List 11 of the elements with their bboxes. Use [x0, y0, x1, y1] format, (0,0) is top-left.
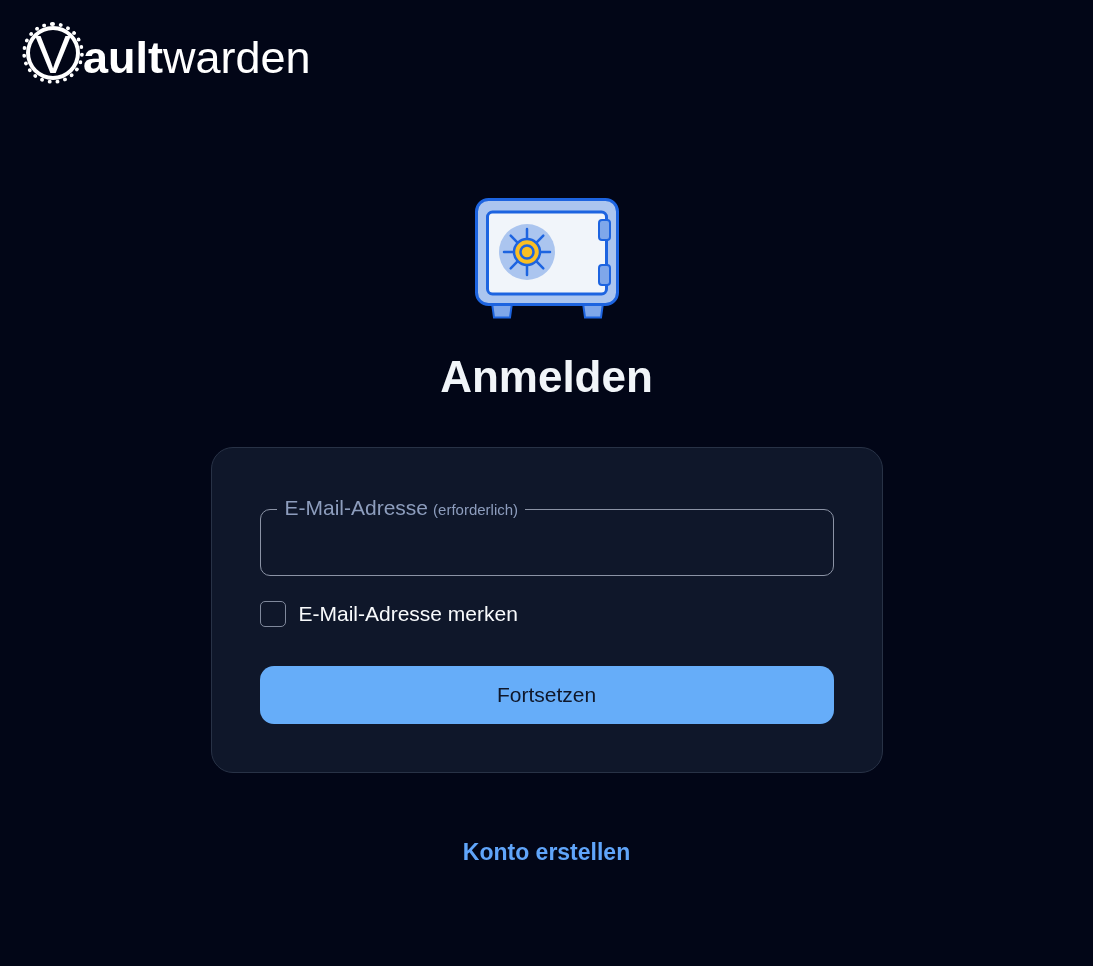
- email-field[interactable]: E-Mail-Adresse (erforderlich): [259, 498, 834, 576]
- remember-checkbox[interactable]: [259, 601, 286, 627]
- page-heading: Anmelden: [440, 351, 653, 403]
- remember-label: E-Mail-Adresse merken: [298, 602, 518, 626]
- required-note: (erforderlich): [433, 501, 519, 518]
- create-account-link[interactable]: Konto erstellen: [462, 838, 631, 866]
- safe-icon: [474, 198, 619, 319]
- logo-mark: V: [22, 22, 84, 84]
- field-label: E-Mail-Adresse: [284, 496, 429, 519]
- continue-button[interactable]: Fortsetzen: [259, 666, 834, 724]
- logo-wordmark: aultwarden: [83, 34, 311, 80]
